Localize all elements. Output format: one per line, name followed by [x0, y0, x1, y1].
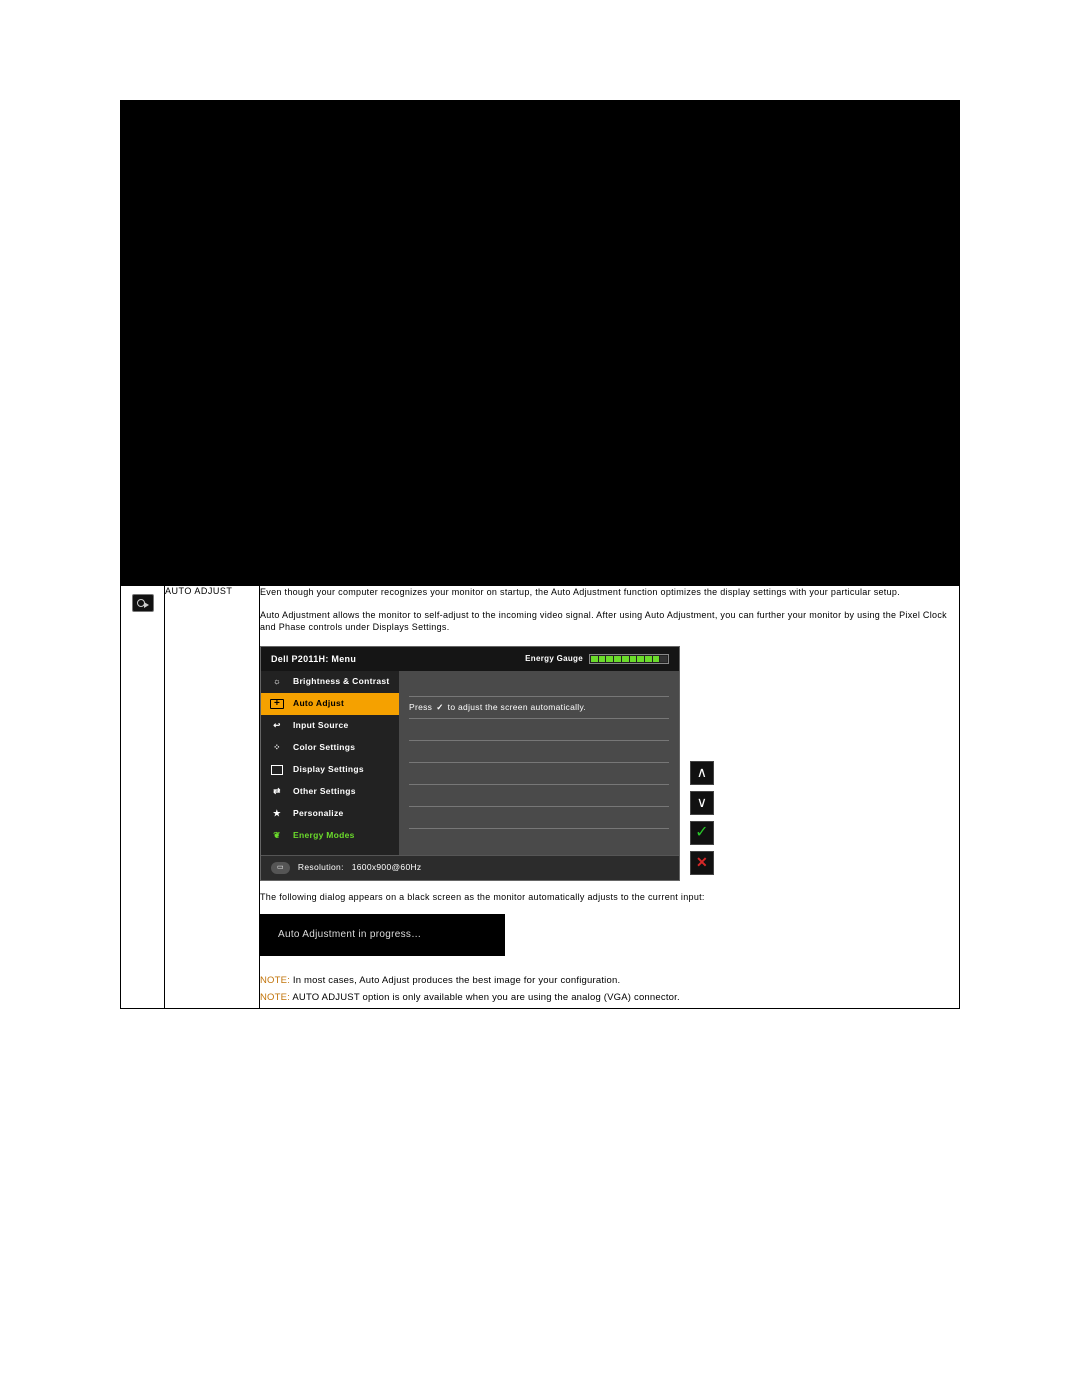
input-source-icon: [269, 720, 285, 732]
osd-item-brightness[interactable]: Brightness & Contrast: [261, 671, 399, 693]
chevron-down-icon: ∨: [697, 793, 708, 813]
table-row-auto-adjust: AUTO ADJUST Even though your computer re…: [121, 586, 960, 1009]
resolution-label: Resolution:: [298, 862, 344, 874]
leaf-icon: [269, 830, 285, 842]
row-label: AUTO ADJUST: [165, 586, 232, 596]
osd-item-display-settings[interactable]: Display Settings: [261, 759, 399, 781]
osd-menu: Brightness & Contrast Auto Adjust Input …: [261, 671, 399, 855]
color-settings-icon: ⁘: [269, 742, 285, 754]
display-settings-icon: [269, 765, 285, 775]
manual-table: AUTO ADJUST Even though your computer re…: [120, 100, 960, 1009]
brightness-icon: [269, 676, 285, 688]
osd-title: Dell P2011H: Menu: [271, 653, 356, 666]
auto-adjust-icon: [132, 594, 154, 612]
down-button[interactable]: ∨: [690, 791, 714, 815]
osd-item-label: Other Settings: [293, 786, 356, 798]
osd-item-energy-modes[interactable]: Energy Modes: [261, 825, 399, 847]
osd-panel: Dell P2011H: Menu Energy Gauge: [260, 646, 680, 881]
osd-item-label: Auto Adjust: [293, 698, 344, 710]
description-paragraph-2: Auto Adjustment allows the monitor to se…: [260, 609, 959, 634]
after-osd-text: The following dialog appears on a black …: [260, 891, 959, 904]
note-label: NOTE:: [260, 975, 290, 986]
osd-item-label: Color Settings: [293, 742, 355, 754]
osd-item-label: Brightness & Contrast: [293, 676, 390, 688]
osd-item-input-source[interactable]: Input Source: [261, 715, 399, 737]
auto-adjust-dialog: Auto Adjustment in progress…: [260, 914, 505, 956]
osd-hint: Press to adjust the screen automatically…: [409, 697, 669, 719]
table-row-empty: [121, 101, 960, 586]
note-text: AUTO ADJUST option is only available whe…: [290, 992, 680, 1003]
osd-item-label: Personalize: [293, 808, 344, 820]
chevron-up-icon: ∧: [697, 763, 708, 783]
osd-footer: ▭ Resolution: 1600x900@60Hz: [261, 855, 679, 880]
osd-item-color-settings[interactable]: ⁘ Color Settings: [261, 737, 399, 759]
footer-badge-icon: ▭: [271, 862, 290, 874]
osd-controls: ∧ ∨ ✓ ✕: [690, 761, 714, 875]
note-2: NOTE: AUTO ADJUST option is only availab…: [260, 991, 959, 1004]
check-icon: ✓: [695, 822, 709, 844]
osd-item-other-settings[interactable]: Other Settings: [261, 781, 399, 803]
other-settings-icon: [269, 786, 285, 798]
dialog-text: Auto Adjustment in progress…: [278, 929, 421, 940]
description-paragraph-1: Even though your computer recognizes you…: [260, 586, 959, 599]
note-label: NOTE:: [260, 992, 290, 1003]
osd-item-label: Display Settings: [293, 764, 364, 776]
cancel-button[interactable]: ✕: [690, 851, 714, 875]
up-button[interactable]: ∧: [690, 761, 714, 785]
osd-item-personalize[interactable]: Personalize: [261, 803, 399, 825]
energy-gauge-label: Energy Gauge: [525, 653, 583, 664]
check-icon: [436, 702, 443, 714]
note-text: In most cases, Auto Adjust produces the …: [290, 975, 620, 986]
resolution-value: 1600x900@60Hz: [352, 862, 422, 874]
osd-item-label: Energy Modes: [293, 830, 355, 842]
osd-item-label: Input Source: [293, 720, 349, 732]
note-1: NOTE: In most cases, Auto Adjust produce…: [260, 974, 959, 987]
auto-adjust-icon: [269, 699, 285, 709]
star-icon: [269, 808, 285, 820]
energy-gauge: [589, 654, 669, 664]
osd-item-auto-adjust[interactable]: Auto Adjust: [261, 693, 399, 715]
confirm-button[interactable]: ✓: [690, 821, 714, 845]
close-icon: ✕: [696, 853, 708, 873]
